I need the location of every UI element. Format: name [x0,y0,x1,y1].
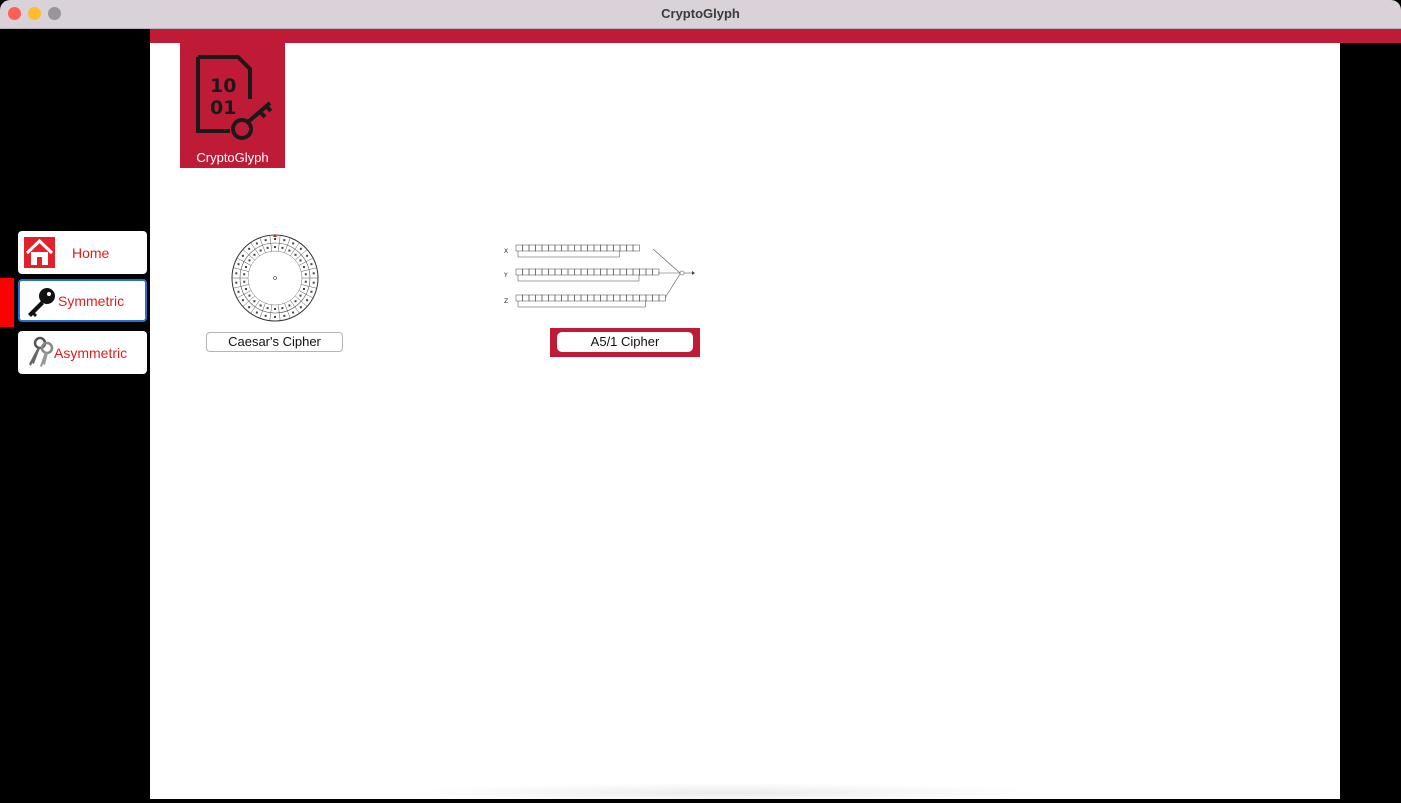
home-icon [24,237,55,268]
window-title: CryptoGlyph [661,6,740,21]
right-margin [1340,43,1401,799]
caesar-wheel-image[interactable] [230,233,320,323]
title-bar: CryptoGlyph [0,0,1401,29]
a51-register-diagram-image[interactable]: X Y Z [502,241,697,316]
svg-text:Y: Y [503,272,508,279]
caesar-cipher-button[interactable]: Caesar's Cipher [206,332,343,352]
svg-text:01: 01 [210,97,236,119]
sidebar-item-asymmetric[interactable]: Asymmetric [18,331,147,374]
binary-key-icon: 10 01 [196,55,273,140]
a51-cipher-selected-frame: A5/1 Cipher [550,328,700,357]
keys-icon [29,336,54,367]
main-content: 10 01 CryptoGlyph Caesar's Cipher X Y Z [150,43,1340,803]
sidebar-item-label: Home [72,244,110,261]
header-stripe [150,29,1401,43]
svg-text:Z: Z [504,298,508,305]
sidebar-item-label: Symmetric [58,292,125,309]
sidebar-item-symmetric[interactable]: Symmetric [18,279,147,322]
sidebar-item-label: Asymmetric [54,344,128,361]
sidebar-item-home[interactable]: Home [18,231,147,274]
sidebar: Home Symmetric Asymmetric [0,29,150,799]
app-logo: 10 01 CryptoGlyph [180,43,285,168]
svg-text:X: X [504,248,508,255]
bottom-shadow [400,783,1050,803]
logo-text: CryptoGlyph [196,150,269,165]
key-icon [28,288,55,317]
svg-text:10: 10 [210,75,236,97]
active-nav-marker [0,278,14,327]
a51-cipher-button[interactable]: A5/1 Cipher [557,332,693,352]
